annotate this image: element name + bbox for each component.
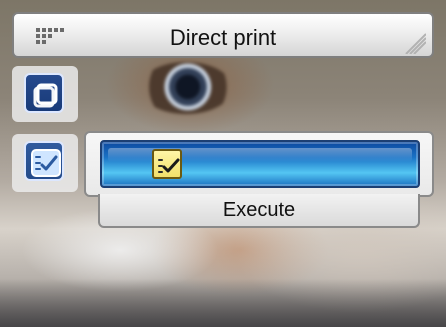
checklist-icon	[31, 149, 61, 177]
background-photo-eye	[140, 62, 232, 114]
execute-selection-bar[interactable]	[100, 140, 420, 188]
copies-tile[interactable]	[24, 73, 64, 113]
decorative-diagonal-lines	[405, 33, 426, 54]
checkmark-icon	[158, 158, 180, 173]
page-title: Direct print	[169, 25, 277, 50]
title-bar: Direct print	[12, 12, 434, 58]
copies-icon	[33, 83, 58, 108]
selected-checkmark-badge	[152, 149, 182, 179]
background-photo-shading	[0, 279, 446, 327]
execute-label-panel[interactable]: Execute	[98, 194, 420, 228]
camera-lcd-screen: Direct print Execute	[0, 0, 446, 327]
execute-tile[interactable]	[24, 141, 64, 181]
execute-label: Execute	[222, 199, 296, 221]
